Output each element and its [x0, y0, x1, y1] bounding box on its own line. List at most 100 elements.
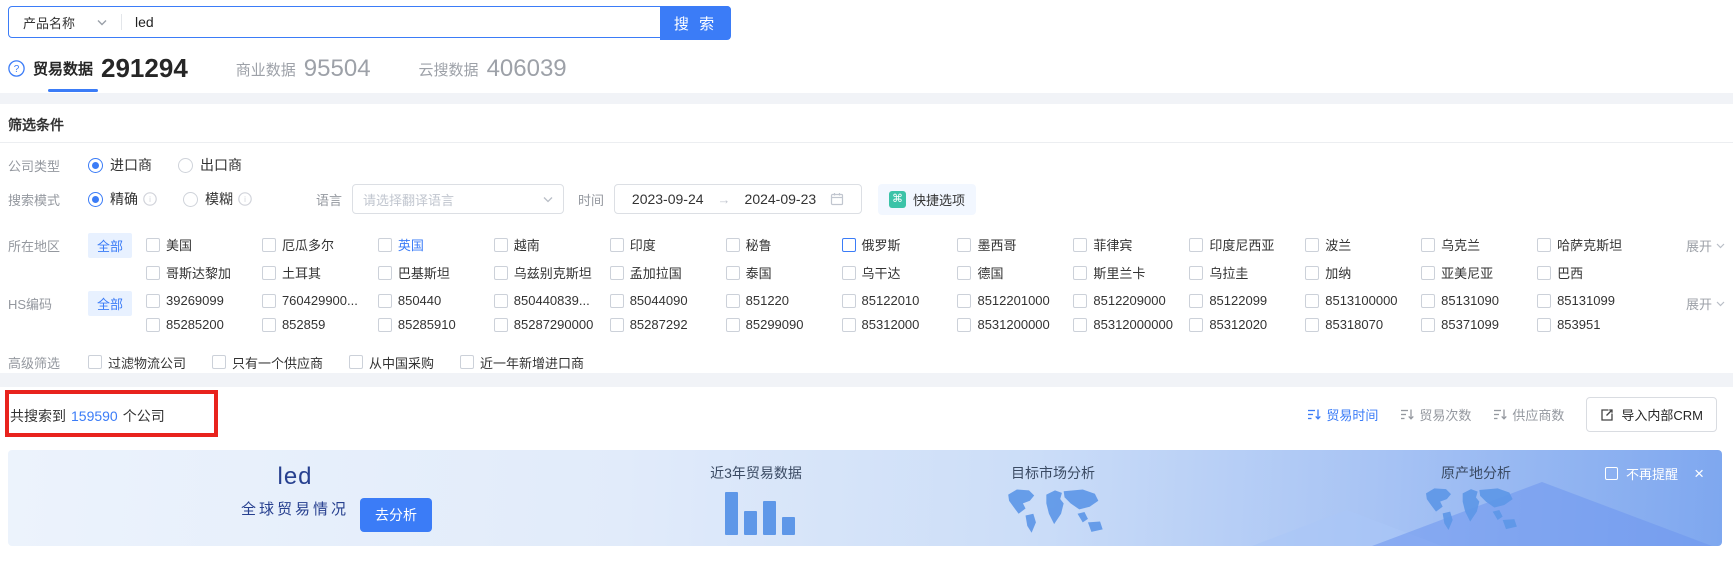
checkbox[interactable]: [725, 237, 740, 252]
region-checkbox-item[interactable]: 哈萨克斯坦: [1537, 235, 1653, 254]
analyze-button[interactable]: 去分析: [360, 498, 432, 532]
region-checkbox-item[interactable]: 菲律宾: [1073, 235, 1189, 254]
region-all-tag[interactable]: 全部: [88, 233, 133, 258]
region-checkbox-item[interactable]: 印度尼西亚: [1189, 235, 1305, 254]
region-checkbox-item[interactable]: 乌兹别克斯坦: [493, 263, 610, 282]
checkbox[interactable]: [1537, 317, 1552, 332]
advanced-checkbox-item[interactable]: 过滤物流公司: [88, 353, 186, 372]
checkbox[interactable]: [261, 293, 276, 308]
hs-code-checkbox-item[interactable]: 85312020: [1189, 317, 1305, 332]
region-checkbox-item[interactable]: 英国: [377, 235, 494, 254]
checkbox[interactable]: [841, 317, 856, 332]
checkbox[interactable]: [1537, 293, 1552, 308]
region-checkbox-item[interactable]: 加纳: [1305, 263, 1421, 282]
checkbox[interactable]: [1305, 317, 1320, 332]
language-select[interactable]: 请选择翻译语言: [352, 184, 565, 214]
region-checkbox-item[interactable]: 孟加拉国: [609, 263, 726, 282]
checkbox[interactable]: [493, 237, 508, 252]
checkbox[interactable]: [609, 237, 624, 252]
region-checkbox-item[interactable]: 巴基斯坦: [377, 263, 494, 282]
date-range-picker[interactable]: 2023-09-24 → 2024-09-23: [614, 184, 863, 214]
checkbox[interactable]: [1189, 237, 1204, 252]
radio-icon[interactable]: [88, 191, 103, 207]
checkbox[interactable]: [1189, 293, 1204, 308]
checkbox[interactable]: [1421, 293, 1436, 308]
checkbox[interactable]: [1421, 237, 1436, 252]
sort-option[interactable]: 贸易次数: [1400, 405, 1471, 424]
checkbox[interactable]: [261, 317, 276, 332]
checkbox[interactable]: [1073, 293, 1088, 308]
info-circle-icon[interactable]: i: [238, 192, 252, 206]
region-checkbox-item[interactable]: 俄罗斯: [841, 235, 958, 254]
hs-code-checkbox-item[interactable]: 8513100000: [1305, 293, 1421, 308]
hs-code-checkbox-item[interactable]: 85122099: [1189, 293, 1305, 308]
checkbox[interactable]: [377, 237, 392, 252]
checkbox[interactable]: [377, 265, 392, 280]
region-checkbox-item[interactable]: 墨西哥: [957, 235, 1073, 254]
checkbox[interactable]: [146, 293, 161, 308]
region-checkbox-item[interactable]: 秘鲁: [725, 235, 842, 254]
checkbox[interactable]: [725, 317, 740, 332]
info-circle-icon[interactable]: i: [143, 192, 157, 206]
checkbox[interactable]: [725, 293, 740, 308]
results-count[interactable]: 159590: [71, 408, 118, 424]
checkbox[interactable]: [212, 355, 227, 369]
hs-code-checkbox-item[interactable]: 85287290000: [493, 317, 610, 332]
radio-icon[interactable]: [183, 191, 198, 207]
region-checkbox-item[interactable]: 乌克兰: [1421, 235, 1537, 254]
checkbox[interactable]: [1305, 265, 1320, 280]
checkbox[interactable]: [1305, 237, 1320, 252]
checkbox[interactable]: [1189, 265, 1204, 280]
hs-code-checkbox-item[interactable]: 850440839...: [493, 293, 610, 308]
advanced-checkbox-item[interactable]: 近一年新增进口商: [460, 353, 584, 372]
region-checkbox-item[interactable]: 美国: [146, 235, 262, 254]
checkbox[interactable]: [261, 237, 276, 252]
hs-code-checkbox-item[interactable]: 85371099: [1421, 317, 1537, 332]
checkbox[interactable]: [609, 265, 624, 280]
checkbox[interactable]: [1189, 317, 1204, 332]
tab-cloud-search-data[interactable]: 云搜数据 406039: [419, 57, 567, 92]
checkbox[interactable]: [1073, 265, 1088, 280]
checkbox[interactable]: [377, 293, 392, 308]
checkbox[interactable]: [1421, 317, 1436, 332]
hs-code-checkbox-item[interactable]: 760429900...: [261, 293, 378, 308]
tab-trade-data[interactable]: ? 贸易数据 291294: [8, 55, 188, 92]
date-start[interactable]: 2023-09-24: [632, 191, 704, 207]
checkbox[interactable]: [841, 237, 856, 252]
import-crm-button[interactable]: 导入内部CRM: [1586, 397, 1717, 432]
hs-code-checkbox-item[interactable]: 39269099: [146, 293, 262, 308]
hs-code-checkbox-item[interactable]: 85044090: [609, 293, 726, 308]
hs-code-checkbox-item[interactable]: 850440: [377, 293, 494, 308]
hs-code-checkbox-item[interactable]: 8512209000: [1073, 293, 1189, 308]
checkbox[interactable]: [146, 317, 161, 332]
quick-options-button[interactable]: ⌘ 快捷选项: [878, 183, 977, 215]
hs-code-checkbox-item[interactable]: 85131090: [1421, 293, 1537, 308]
checkbox[interactable]: [493, 265, 508, 280]
checkbox[interactable]: [349, 355, 364, 369]
hs-code-checkbox-item[interactable]: 853951: [1537, 317, 1653, 332]
checkbox[interactable]: [493, 317, 508, 332]
checkbox[interactable]: [1421, 265, 1436, 280]
region-expand-link[interactable]: 展开: [1686, 236, 1725, 255]
checkbox[interactable]: [957, 265, 972, 280]
checkbox[interactable]: [841, 293, 856, 308]
region-checkbox-item[interactable]: 土耳其: [261, 263, 378, 282]
region-checkbox-item[interactable]: 哥斯达黎加: [146, 263, 262, 282]
hs-code-all-tag[interactable]: 全部: [88, 291, 133, 316]
search-category-dropdown[interactable]: 产品名称: [9, 13, 121, 32]
checkbox[interactable]: [609, 317, 624, 332]
hs-code-checkbox-item[interactable]: 8512201000: [957, 293, 1073, 308]
checkbox[interactable]: [725, 265, 740, 280]
sort-option[interactable]: 贸易时间: [1307, 405, 1378, 424]
hs-code-checkbox-item[interactable]: 85285200: [146, 317, 262, 332]
checkbox[interactable]: [146, 265, 161, 280]
hs-code-checkbox-item[interactable]: 8531200000: [957, 317, 1073, 332]
search-button[interactable]: 搜 索: [660, 6, 731, 40]
search-mode-radio[interactable]: 模糊 i: [183, 189, 252, 209]
hs-code-checkbox-item[interactable]: 851220: [725, 293, 842, 308]
checkbox[interactable]: [1073, 237, 1088, 252]
hs-code-checkbox-item[interactable]: 852859: [261, 317, 378, 332]
hs-code-checkbox-item[interactable]: 85312000: [841, 317, 958, 332]
checkbox[interactable]: [1305, 293, 1320, 308]
checkbox[interactable]: [377, 317, 392, 332]
